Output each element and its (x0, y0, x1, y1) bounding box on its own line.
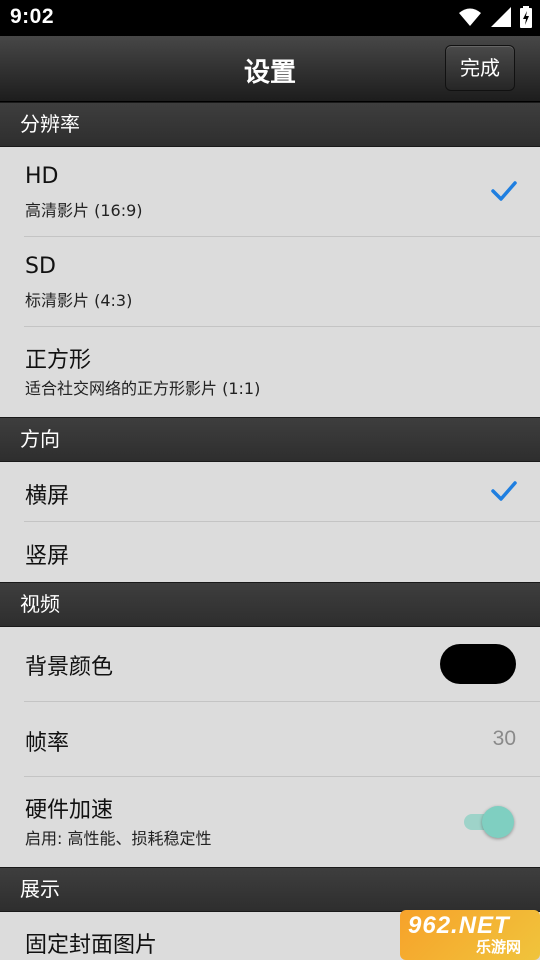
status-time: 9:02 (10, 5, 55, 28)
hardware-acceleration-label: 硬件加速 (25, 798, 114, 823)
resolution-option-sd[interactable]: SD 标清影片 (4:3) (0, 237, 540, 327)
frame-rate-row[interactable]: 帧率 30 (0, 702, 540, 777)
watermark-logo: 962.NET 乐游网 (400, 910, 540, 960)
section-header-resolution: 分辨率 (0, 102, 540, 147)
option-subtitle: 标清影片 (4:3) (25, 291, 133, 310)
resolution-option-square[interactable]: 正方形 适合社交网络的正方形影片 (1:1) (0, 327, 540, 417)
option-title: 竖屏 (25, 544, 70, 569)
checkmark-icon (491, 181, 517, 201)
navigation-bar: 设置 完成 (0, 36, 540, 102)
option-subtitle: 适合社交网络的正方形影片 (1:1) (25, 379, 261, 398)
option-title: 正方形 (25, 348, 92, 373)
option-title: HD (25, 164, 59, 189)
wifi-icon (459, 8, 481, 26)
signal-icon (491, 7, 511, 27)
option-subtitle: 高清影片 (16:9) (25, 201, 143, 220)
toggle-knob (482, 806, 514, 838)
section-header-display: 展示 (0, 867, 540, 912)
hardware-acceleration-subtitle: 启用: 高性能、损耗稳定性 (25, 829, 212, 848)
option-title: 横屏 (25, 484, 70, 509)
section-header-video: 视频 (0, 582, 540, 627)
section-header-orientation: 方向 (0, 417, 540, 462)
resolution-option-hd[interactable]: HD 高清影片 (16:9) (0, 147, 540, 237)
option-title: SD (25, 254, 56, 279)
checkmark-icon (491, 481, 517, 501)
orientation-option-portrait[interactable]: 竖屏 (0, 522, 540, 582)
status-bar: 9:02 (0, 0, 540, 36)
hardware-acceleration-toggle[interactable] (462, 804, 514, 840)
option-title: 固定封面图片 (25, 933, 158, 958)
hardware-acceleration-row[interactable]: 硬件加速 启用: 高性能、损耗稳定性 (0, 777, 540, 867)
frame-rate-value: 30 (492, 727, 516, 750)
background-color-row[interactable]: 背景颜色 (0, 627, 540, 702)
watermark-site: 乐游网 (476, 938, 522, 956)
battery-icon (520, 6, 532, 28)
background-color-swatch[interactable] (440, 644, 516, 684)
status-icons (458, 6, 532, 28)
background-color-label: 背景颜色 (25, 655, 114, 680)
done-button[interactable]: 完成 (445, 45, 515, 91)
frame-rate-label: 帧率 (25, 731, 70, 756)
orientation-option-landscape[interactable]: 横屏 (0, 462, 540, 522)
